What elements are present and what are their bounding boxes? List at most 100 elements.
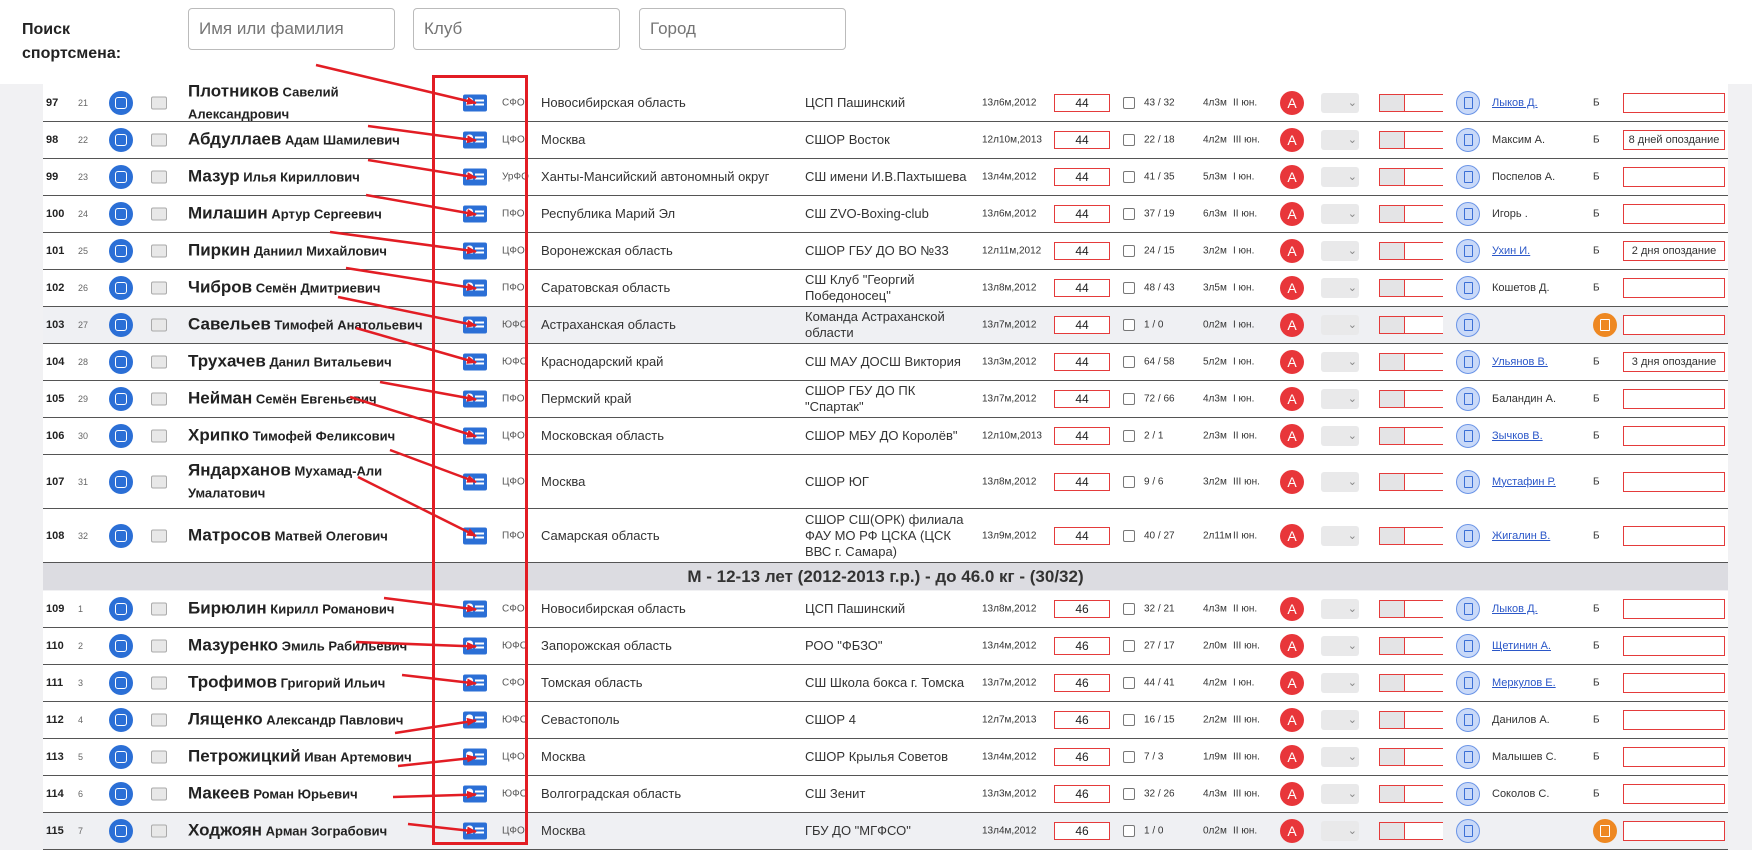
swap-icon[interactable] bbox=[109, 745, 133, 769]
checkbox[interactable] bbox=[1123, 825, 1135, 837]
a-badge-icon[interactable]: A bbox=[1280, 165, 1304, 189]
checkbox[interactable] bbox=[1123, 96, 1135, 109]
athlete-name[interactable]: Макеев Роман Юрьевич bbox=[188, 783, 448, 806]
swap-icon[interactable] bbox=[109, 128, 133, 152]
progress-field[interactable] bbox=[1379, 390, 1443, 408]
athlete-name[interactable]: Ходжоян Арман Зограбович bbox=[188, 820, 448, 843]
athlete-name[interactable]: Чибров Семён Дмитриевич bbox=[188, 277, 448, 300]
note-field[interactable] bbox=[1623, 784, 1725, 804]
weight-field[interactable]: 46 bbox=[1054, 748, 1110, 766]
id-card-icon[interactable] bbox=[463, 427, 487, 445]
progress-field[interactable] bbox=[1379, 168, 1443, 186]
status-select[interactable]: ⌄ bbox=[1321, 471, 1359, 492]
document-icon[interactable] bbox=[1456, 424, 1480, 448]
a-badge-icon[interactable]: A bbox=[1280, 819, 1304, 843]
progress-field[interactable] bbox=[1379, 600, 1443, 618]
id-card-icon[interactable] bbox=[463, 527, 487, 544]
progress-field[interactable] bbox=[1379, 785, 1443, 803]
progress-field[interactable] bbox=[1379, 637, 1443, 655]
weight-field[interactable]: 44 bbox=[1054, 526, 1110, 545]
status-select[interactable]: ⌄ bbox=[1321, 278, 1359, 298]
swap-icon[interactable] bbox=[109, 782, 133, 806]
checkbox[interactable] bbox=[1123, 714, 1135, 726]
progress-field[interactable] bbox=[1379, 93, 1443, 112]
weight-field[interactable]: 44 bbox=[1054, 242, 1110, 260]
progress-field[interactable] bbox=[1379, 131, 1443, 149]
checkbox[interactable] bbox=[1123, 134, 1135, 146]
document-icon[interactable] bbox=[1456, 469, 1480, 494]
checkbox[interactable] bbox=[1123, 282, 1135, 294]
coach-name[interactable]: Меркулов Е. bbox=[1492, 677, 1556, 689]
document-icon[interactable] bbox=[1456, 819, 1480, 843]
id-card-icon[interactable] bbox=[463, 822, 487, 840]
photo-icon[interactable] bbox=[151, 392, 167, 406]
weight-field[interactable]: 44 bbox=[1054, 472, 1110, 491]
document-icon[interactable] bbox=[1456, 634, 1480, 658]
photo-icon[interactable] bbox=[151, 429, 167, 443]
note-field[interactable] bbox=[1623, 389, 1725, 409]
weight-field[interactable]: 44 bbox=[1054, 205, 1110, 223]
progress-field[interactable] bbox=[1379, 353, 1443, 371]
document-icon[interactable] bbox=[1456, 276, 1480, 300]
orange-document-icon[interactable] bbox=[1593, 313, 1617, 337]
swap-icon[interactable] bbox=[109, 424, 133, 448]
note-field[interactable] bbox=[1623, 278, 1725, 298]
swap-icon[interactable] bbox=[109, 387, 133, 411]
swap-icon[interactable] bbox=[109, 523, 133, 548]
athlete-name[interactable]: Нейман Семён Евгеньевич bbox=[188, 388, 448, 411]
swap-icon[interactable] bbox=[109, 165, 133, 189]
orange-document-icon[interactable] bbox=[1593, 819, 1617, 843]
progress-field[interactable] bbox=[1379, 748, 1443, 766]
progress-field[interactable] bbox=[1379, 205, 1443, 223]
weight-field[interactable]: 44 bbox=[1054, 390, 1110, 408]
athlete-name[interactable]: Бирюлин Кирилл Романович bbox=[188, 598, 448, 621]
a-badge-icon[interactable]: A bbox=[1280, 313, 1304, 337]
note-field[interactable] bbox=[1623, 747, 1725, 767]
status-select[interactable]: ⌄ bbox=[1321, 204, 1359, 224]
progress-field[interactable] bbox=[1379, 242, 1443, 260]
weight-field[interactable]: 46 bbox=[1054, 822, 1110, 840]
weight-field[interactable]: 44 bbox=[1054, 93, 1110, 112]
weight-field[interactable]: 46 bbox=[1054, 674, 1110, 692]
note-field[interactable] bbox=[1623, 92, 1725, 113]
document-icon[interactable] bbox=[1456, 350, 1480, 374]
note-field[interactable]: 3 дня опоздание bbox=[1623, 352, 1725, 372]
photo-icon[interactable] bbox=[151, 170, 167, 184]
status-select[interactable]: ⌄ bbox=[1321, 673, 1359, 693]
swap-icon[interactable] bbox=[109, 708, 133, 732]
photo-icon[interactable] bbox=[151, 529, 167, 542]
swap-icon[interactable] bbox=[109, 202, 133, 226]
swap-icon[interactable] bbox=[109, 597, 133, 621]
athlete-name[interactable]: Абдуллаев Адам Шамилевич bbox=[188, 129, 448, 152]
swap-icon[interactable] bbox=[109, 819, 133, 843]
a-badge-icon[interactable]: A bbox=[1280, 671, 1304, 695]
note-field[interactable] bbox=[1623, 426, 1725, 446]
status-select[interactable]: ⌄ bbox=[1321, 352, 1359, 372]
status-select[interactable]: ⌄ bbox=[1321, 710, 1359, 730]
a-badge-icon[interactable]: A bbox=[1280, 424, 1304, 448]
document-icon[interactable] bbox=[1456, 128, 1480, 152]
document-icon[interactable] bbox=[1456, 671, 1480, 695]
weight-field[interactable]: 46 bbox=[1054, 637, 1110, 655]
a-badge-icon[interactable]: A bbox=[1280, 745, 1304, 769]
status-select[interactable]: ⌄ bbox=[1321, 747, 1359, 767]
a-badge-icon[interactable]: A bbox=[1280, 128, 1304, 152]
progress-field[interactable] bbox=[1379, 822, 1443, 840]
photo-icon[interactable] bbox=[151, 787, 167, 801]
athlete-name[interactable]: Милашин Артур Сергеевич bbox=[188, 203, 448, 226]
photo-icon[interactable] bbox=[151, 244, 167, 258]
note-field[interactable] bbox=[1623, 471, 1725, 492]
id-card-icon[interactable] bbox=[463, 637, 487, 655]
note-field[interactable] bbox=[1623, 710, 1725, 730]
a-badge-icon[interactable]: A bbox=[1280, 523, 1304, 548]
document-icon[interactable] bbox=[1456, 202, 1480, 226]
coach-name[interactable]: Мустафин Р. bbox=[1492, 476, 1556, 488]
id-card-icon[interactable] bbox=[463, 473, 487, 490]
athlete-name[interactable]: Петрожицкий Иван Артемович bbox=[188, 746, 448, 769]
checkbox[interactable] bbox=[1123, 319, 1135, 331]
photo-icon[interactable] bbox=[151, 96, 167, 109]
status-select[interactable]: ⌄ bbox=[1321, 426, 1359, 446]
a-badge-icon[interactable]: A bbox=[1280, 276, 1304, 300]
weight-field[interactable]: 44 bbox=[1054, 316, 1110, 334]
id-card-icon[interactable] bbox=[463, 748, 487, 766]
